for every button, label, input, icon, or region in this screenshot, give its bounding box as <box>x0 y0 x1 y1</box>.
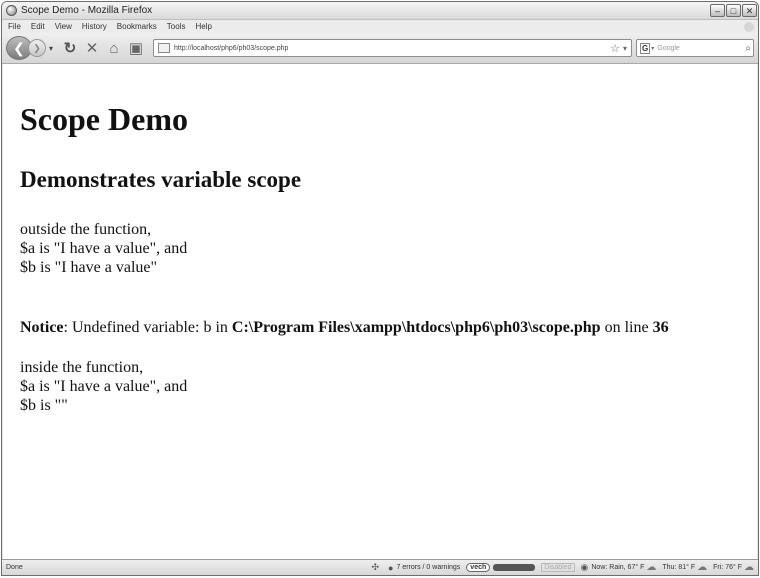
search-input[interactable]: Google <box>657 45 745 52</box>
disabled-label: Disabled <box>541 563 575 572</box>
inside-line-1: inside the function, <box>20 359 144 376</box>
page-favicon-icon <box>158 43 171 53</box>
window-title: Scope Demo - Mozilla Firefox <box>21 5 153 16</box>
outside-line-3: $b is "I have a value" <box>20 259 158 276</box>
navigation-toolbar: ❮ ❯ ▾ ↻ ✕ ⌂ ▣ http://localhost/php6/ph03… <box>2 33 758 64</box>
rain-cloud-icon: ☁ <box>646 562 657 573</box>
weather-now-text: Now: Rain, 67° F <box>591 564 645 571</box>
status-text: Done <box>6 564 23 571</box>
status-bar: Done ✣ ● 7 errors / 0 warnings vech Disab… <box>2 559 758 575</box>
menu-tools[interactable]: Tools <box>167 22 186 31</box>
notice-path: C:\Program Files\xampp\htdocs\php6\ph03\… <box>231 319 601 336</box>
puzzle-icon[interactable]: ✣ <box>372 562 383 573</box>
inside-line-2: $a is "I have a value", and <box>20 378 188 395</box>
bookmark-star-icon[interactable]: ☆ <box>610 42 620 55</box>
page-heading: Scope Demo <box>20 101 188 137</box>
notice-line: 36 <box>652 319 669 336</box>
globe-icon: ◉ <box>580 562 589 572</box>
title-bar: Scope Demo - Mozilla Firefox – □ ✕ <box>2 2 758 20</box>
outside-line-2: $a is "I have a value", and <box>20 240 188 257</box>
menu-bookmarks[interactable]: Bookmarks <box>117 22 157 31</box>
throbber-icon <box>744 21 754 32</box>
page-subheading: Demonstrates variable scope <box>20 167 302 192</box>
page-content: Scope Demo Demonstrates variable scope o… <box>3 64 757 559</box>
history-dropdown-icon[interactable]: ▾ <box>49 44 53 53</box>
cloud-icon: ☁ <box>697 562 708 573</box>
menu-view[interactable]: View <box>55 22 72 31</box>
weather-thu-text: Thu: 81° F <box>662 564 696 571</box>
menu-edit[interactable]: Edit <box>31 22 45 31</box>
search-bar[interactable]: G ▾ Google ⌕ <box>636 39 754 57</box>
vech-widget[interactable]: vech <box>466 563 536 572</box>
weather-thu[interactable]: Thu: 81° F ☁ <box>662 562 707 573</box>
error-icon: ● <box>388 562 394 573</box>
inside-line-3: $b is "" <box>20 397 68 414</box>
firefox-icon <box>6 5 17 16</box>
home-icon[interactable]: ⌂ <box>103 40 125 57</box>
stop-icon[interactable]: ✕ <box>81 39 103 57</box>
search-engine-icon[interactable]: G <box>640 42 651 54</box>
php-notice: Notice: Undefined variable: b in C:\Prog… <box>20 318 757 337</box>
back-arrow-icon: ❮ <box>13 39 25 56</box>
vech-label: vech <box>466 563 491 572</box>
disabled-indicator[interactable]: Disabled <box>541 563 575 572</box>
outside-output: outside the function, $a is "I have a va… <box>20 220 757 277</box>
reload-icon[interactable]: ↻ <box>59 39 81 57</box>
menu-file[interactable]: File <box>8 22 21 31</box>
menu-history[interactable]: History <box>82 22 107 31</box>
error-console-indicator[interactable]: ● 7 errors / 0 warnings <box>388 563 460 573</box>
menu-help[interactable]: Help <box>195 22 211 31</box>
weather-fri[interactable]: Fri: 76° F ☁ <box>713 562 754 573</box>
menu-bar: File Edit View History Bookmarks Tools H… <box>2 20 758 33</box>
errors-text: 7 errors / 0 warnings <box>396 564 461 571</box>
forward-button[interactable]: ❯ <box>28 39 46 57</box>
url-bar[interactable]: http://localhost/php6/ph03/scope.php ☆ ▾ <box>153 39 632 57</box>
notice-online: on line <box>600 319 653 336</box>
minimize-button[interactable]: – <box>710 4 725 17</box>
bookmark-toolbar-icon[interactable]: ▣ <box>125 39 147 57</box>
url-text[interactable]: http://localhost/php6/ph03/scope.php <box>174 45 610 52</box>
close-button[interactable]: ✕ <box>742 4 757 17</box>
notice-text: : Undefined variable: b in <box>63 319 232 336</box>
inside-output: inside the function, $a is "I have a val… <box>20 358 757 415</box>
vech-bar <box>493 564 536 571</box>
outside-line-1: outside the function, <box>20 221 152 238</box>
forward-arrow-icon: ❯ <box>33 42 41 53</box>
notice-label: Notice <box>20 319 64 336</box>
cloud-icon: ☁ <box>744 562 754 573</box>
search-icon[interactable]: ⌕ <box>745 43 751 54</box>
weather-now[interactable]: ◉ Now: Rain, 67° F ☁ <box>581 562 657 573</box>
search-engine-dropdown-icon[interactable]: ▾ <box>651 45 654 52</box>
weather-fri-text: Fri: 76° F <box>713 564 742 571</box>
maximize-button[interactable]: □ <box>726 4 741 17</box>
url-dropdown-icon[interactable]: ▾ <box>623 44 627 53</box>
browser-window: Scope Demo - Mozilla Firefox – □ ✕ File … <box>1 1 759 576</box>
